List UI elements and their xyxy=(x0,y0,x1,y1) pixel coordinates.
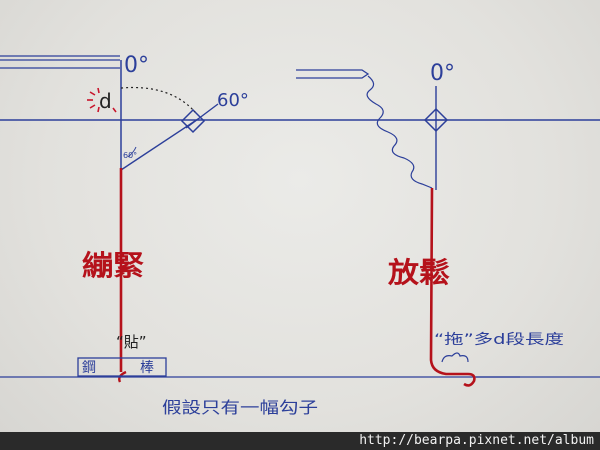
top-rail xyxy=(0,55,120,69)
right-diagram: 0° 放鬆 “拖”多d段長度 xyxy=(296,61,564,387)
diagram-canvas: 0° 60° 60° d 繃緊 “貼” 鋼 棒 0° 放鬆 “拖”多d段長度 假… xyxy=(0,0,600,450)
slack-wire xyxy=(366,75,433,189)
state-label-slack: 放鬆 xyxy=(387,256,450,289)
note-label-left: “貼” xyxy=(116,333,147,351)
diagram-svg: 0° 60° 60° d 繃緊 “貼” 鋼 棒 0° 放鬆 “拖”多d段長度 假… xyxy=(0,53,600,417)
small-angle-label: 60° xyxy=(123,151,137,160)
brace-mark xyxy=(441,352,469,363)
top-rail-right xyxy=(296,69,370,79)
rotation-arc xyxy=(120,86,196,113)
zero-label-left: 0° xyxy=(124,53,149,78)
diamond-marker-left xyxy=(180,108,206,134)
note-label-right: “拖”多d段長度 xyxy=(434,331,564,348)
angled-line xyxy=(120,118,199,171)
sixty-label: 60° xyxy=(217,90,249,111)
caption: 假設只有一幅勾子 xyxy=(162,398,318,417)
zero-label-right: 0° xyxy=(430,61,455,86)
rod-label-1: 鋼 xyxy=(82,360,96,376)
angle-pointer xyxy=(185,103,219,129)
d-label: d xyxy=(99,89,112,113)
rod-label-2: 棒 xyxy=(140,360,154,376)
state-label-taut: 繃緊 xyxy=(82,249,144,282)
watermark-url: http://bearpa.pixnet.net/album xyxy=(359,433,594,448)
watermark-bar: http://bearpa.pixnet.net/album xyxy=(0,432,600,450)
